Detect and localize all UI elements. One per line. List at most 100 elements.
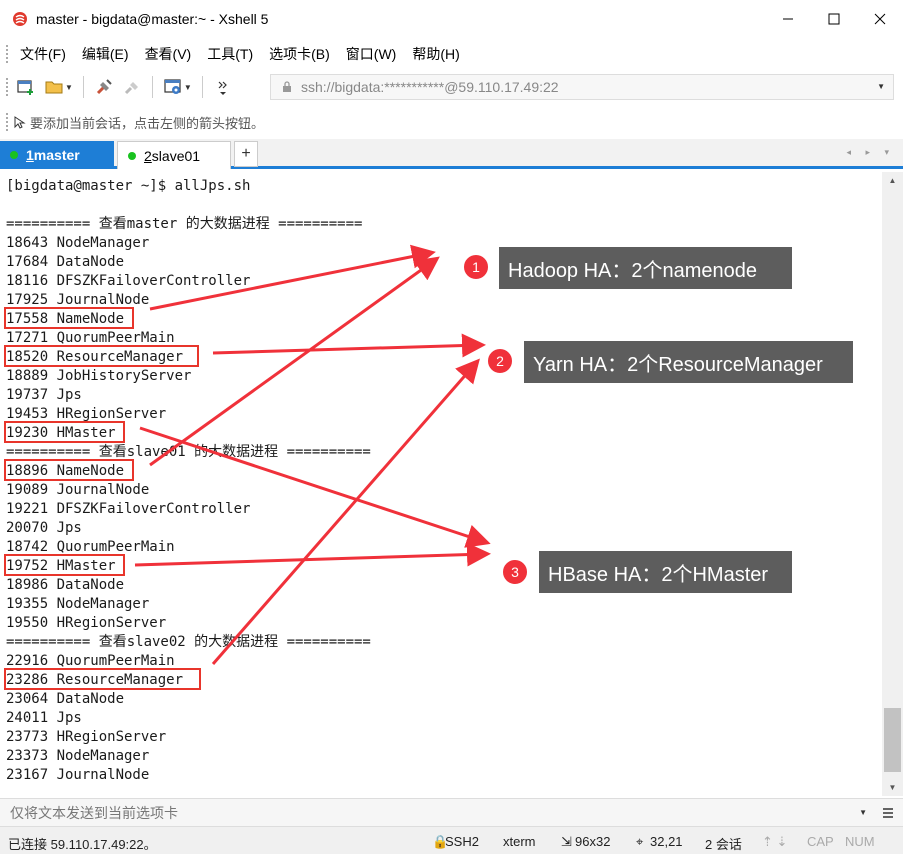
- address-value: ssh://bigdata:***********@59.110.17.49:2…: [301, 79, 559, 95]
- terminal-line: ========== 查看master 的大数据进程 ==========: [6, 216, 363, 232]
- status-cursor: 32,21: [650, 834, 683, 849]
- menu-window[interactable]: 窗口(W): [338, 44, 405, 64]
- hint-bar: 要添加当前会话，点击左侧的箭头按钮。: [0, 105, 903, 139]
- connect-button[interactable]: [90, 75, 118, 99]
- connected-status-icon: [128, 151, 136, 160]
- callout-badge-3: 3: [502, 559, 528, 585]
- folder-icon: [45, 81, 63, 94]
- terminal-line: 19221 DFSZKFailoverController: [6, 501, 251, 517]
- menu-help[interactable]: 帮助(H): [404, 44, 467, 64]
- resize-icon: ⇲: [561, 834, 572, 849]
- unplug-icon: [124, 82, 138, 95]
- terminal-line: 18643 NodeManager: [6, 235, 150, 251]
- terminal-line: 20070 Jps: [6, 520, 82, 536]
- toolbar-separator: [201, 76, 203, 98]
- new-session-icon: [17, 80, 33, 95]
- callout-hbase-ha: HBase HA：2个HMaster: [539, 551, 792, 593]
- status-protocol: SSH2: [445, 834, 479, 849]
- menu-tabs[interactable]: 选项卡(B): [261, 44, 338, 64]
- tab-slave01[interactable]: 2 slave01: [117, 141, 231, 169]
- toolbar-separator: [151, 76, 153, 98]
- up-arrow-icon: ⇡ ⇣: [762, 834, 788, 849]
- close-button[interactable]: [857, 0, 903, 38]
- status-caps: CAP: [807, 834, 834, 849]
- toolbar: ▼ ▼ ssh://bigdata:***********@59.110.17.…: [0, 69, 903, 105]
- hint-text: 要添加当前会话，点击左侧的箭头按钮。: [30, 115, 265, 131]
- cursor-icon: ⌖: [636, 834, 644, 849]
- menu-view[interactable]: 查看(V): [137, 44, 200, 64]
- lock-icon: [283, 81, 291, 92]
- toolbar-separator: [82, 76, 84, 98]
- highlight-box-namenode-slave01: [4, 459, 134, 481]
- connected-status-icon: [10, 151, 18, 159]
- terminal-line: 23064 DataNode: [6, 691, 125, 707]
- terminal-line: 18986 DataNode: [6, 577, 125, 593]
- maximize-button[interactable]: [811, 0, 857, 38]
- title-bar: master - bigdata@master:~ - Xshell 5: [0, 0, 903, 38]
- chevron-down-icon[interactable]: ▼: [877, 82, 885, 91]
- terminal-line: ========== 查看slave02 的大数据进程 ==========: [6, 634, 371, 650]
- compose-bar[interactable]: 仅将文本发送到当前选项卡 ▼: [0, 798, 903, 826]
- scroll-up-icon[interactable]: ▲: [882, 172, 903, 189]
- open-session-button[interactable]: ▼: [40, 75, 77, 99]
- arrow-icon[interactable]: [12, 115, 26, 129]
- scrollbar-thumb[interactable]: [884, 708, 901, 772]
- terminal-line: 23773 HRegionServer: [6, 729, 167, 745]
- menu-file[interactable]: 文件(F): [12, 44, 74, 64]
- terminal-line: 18889 JobHistoryServer: [6, 368, 192, 384]
- toolbar-overflow-button[interactable]: [209, 75, 237, 99]
- tab-slave01-label: slave01: [151, 147, 201, 164]
- terminal-line: 18116 DFSZKFailoverController: [6, 273, 251, 289]
- chevron-down-icon[interactable]: ▼: [859, 808, 867, 817]
- tab-master-label: master: [33, 147, 80, 163]
- tab-master[interactable]: 1 master: [0, 141, 114, 169]
- status-num: NUM: [845, 834, 875, 849]
- settings-icon: [164, 79, 181, 94]
- plug-icon: [96, 79, 112, 95]
- minimize-button[interactable]: [765, 0, 811, 38]
- highlight-box-hmaster-slave01: [4, 554, 125, 576]
- disconnect-button[interactable]: [118, 75, 146, 99]
- close-icon: [874, 13, 886, 25]
- menu-bar: 文件(F) 编辑(E) 查看(V) 工具(T) 选项卡(B) 窗口(W) 帮助(…: [0, 38, 903, 69]
- highlight-box-resourcemanager-slave02: [4, 668, 201, 690]
- status-terminal-type: xterm: [503, 834, 536, 849]
- terminal-line: 19550 HRegionServer: [6, 615, 167, 631]
- callout-hadoop-ha: Hadoop HA：2个namenode: [499, 247, 792, 289]
- terminal-scrollbar[interactable]: ▲ ▼: [882, 172, 903, 796]
- menu-tools[interactable]: 工具(T): [199, 44, 261, 64]
- terminal-line: 19355 NodeManager: [6, 596, 150, 612]
- terminal-line: 17684 DataNode: [6, 254, 125, 270]
- compose-bar-placeholder: 仅将文本发送到当前选项卡: [10, 804, 178, 821]
- status-connection: 已连接 59.110.17.49:22。: [8, 837, 157, 852]
- terminal-line: 19737 Jps: [6, 387, 82, 403]
- callout-badge-2: 2: [487, 348, 513, 374]
- minimize-icon: [783, 18, 793, 20]
- terminal-line: 23167 JournalNode: [6, 767, 150, 783]
- highlight-box-namenode-master: [4, 307, 134, 329]
- tab-slave01-number: 2: [144, 147, 152, 164]
- highlight-box-resourcemanager-master: [4, 345, 199, 367]
- maximize-icon: [828, 13, 840, 25]
- tab-bar: 1 master 2 slave01 + ◂ ▸ ▾: [0, 139, 903, 169]
- callout-badge-1: 1: [463, 254, 489, 280]
- menu-edit[interactable]: 编辑(E): [74, 44, 137, 64]
- menu-icon[interactable]: [881, 806, 895, 820]
- properties-button[interactable]: ▼: [159, 75, 196, 99]
- window-title: master - bigdata@master:~ - Xshell 5: [36, 11, 269, 27]
- new-tab-button[interactable]: +: [234, 141, 258, 167]
- terminal-line: 19089 JournalNode: [6, 482, 150, 498]
- status-sessions: 2 会话: [705, 837, 742, 852]
- tab-master-number: 1: [26, 147, 34, 163]
- scroll-down-icon[interactable]: ▼: [882, 779, 903, 796]
- tab-navigation-arrows[interactable]: ◂ ▸ ▾: [846, 147, 895, 158]
- terminal-line: [bigdata@master ~]$ allJps.sh: [6, 178, 251, 194]
- terminal-line: 23373 NodeManager: [6, 748, 150, 764]
- status-size: 96x32: [575, 834, 611, 849]
- address-bar[interactable]: ssh://bigdata:***********@59.110.17.49:2…: [270, 74, 894, 100]
- chevron-down-icon[interactable]: ▼: [65, 83, 73, 92]
- status-bar: 已连接 59.110.17.49:22。 🔒 SSH2 xterm ⇲ 96x3…: [0, 826, 903, 854]
- chevron-down-icon[interactable]: ▼: [184, 83, 192, 92]
- new-session-button[interactable]: [12, 75, 40, 99]
- xshell-logo-icon: [13, 12, 27, 26]
